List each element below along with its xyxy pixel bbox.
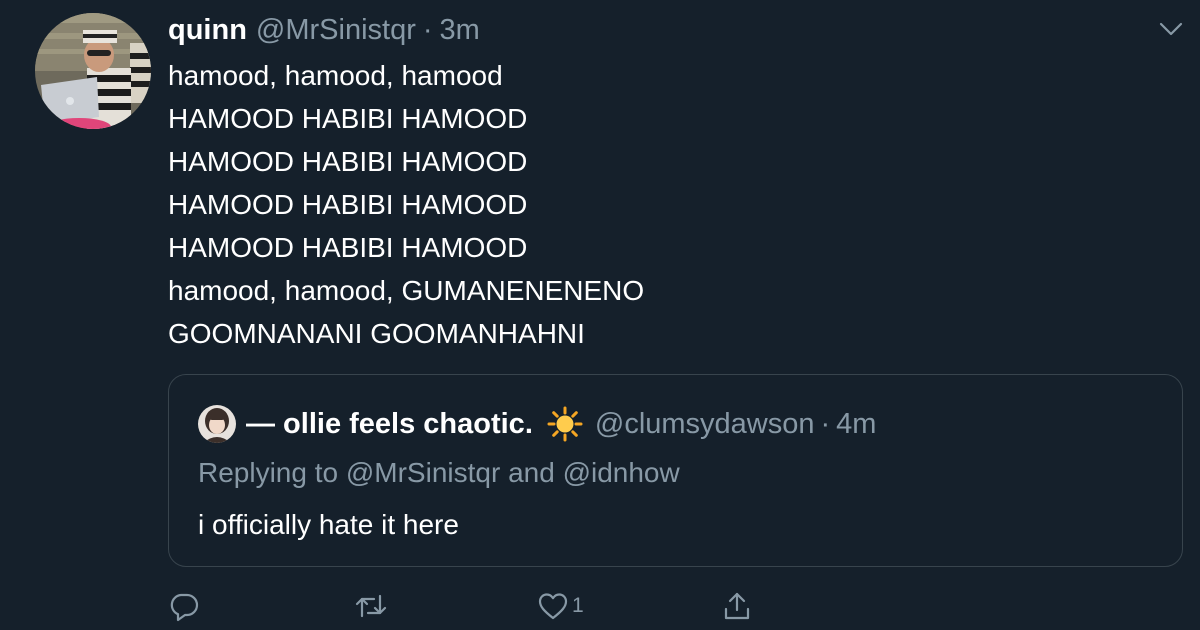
tweet-text-line: GOOMNANANI GOOMANHAHNI — [168, 318, 585, 349]
tweet-header: quinn @MrSinistqr · 3m — [168, 10, 480, 50]
quoted-tweet-card[interactable]: — ollie feels chaotic. @clumsydawson · 4… — [168, 374, 1183, 567]
separator-dot: · — [422, 13, 433, 46]
author-display-name[interactable]: quinn — [168, 14, 247, 47]
author-handle[interactable]: @MrSinistqr — [256, 14, 416, 47]
quoted-tweet-timestamp: 4m — [836, 407, 877, 440]
author-avatar[interactable] — [35, 13, 151, 129]
tweet-text-line: hamood, hamood, hamood — [168, 60, 503, 91]
tweet-text-line: HAMOOD HABIBI HAMOOD — [168, 189, 528, 220]
quoted-tweet-header: — ollie feels chaotic. @clumsydawson · 4… — [198, 404, 876, 444]
tweet-text-line: HAMOOD HABIBI HAMOOD — [168, 232, 528, 263]
separator-dot: · — [820, 407, 831, 440]
quoted-tweet-text: i officially hate it here — [198, 509, 459, 540]
quoted-author-display-name: — ollie feels chaotic. — [246, 407, 533, 440]
tweet-text-line: HAMOOD HABIBI HAMOOD — [168, 103, 528, 134]
quoted-author-avatar — [198, 405, 236, 443]
replying-to-line: Replying to @MrSinistqr and @idnhow — [198, 457, 680, 488]
share-button[interactable] — [721, 589, 753, 623]
reply-button[interactable] — [168, 589, 200, 623]
like-button[interactable]: 1 — [538, 589, 584, 623]
retweet-button[interactable] — [354, 589, 388, 623]
tweet-text-line: hamood, hamood, GUMANENENENO — [168, 275, 645, 306]
chevron-down-icon[interactable] — [1158, 20, 1184, 38]
tweet-text: hamood, hamood, hamood HAMOOD HABIBI HAM… — [168, 54, 1148, 355]
quoted-author-handle: @clumsydawson — [594, 407, 815, 440]
like-count: 1 — [572, 594, 584, 617]
retweet-icon — [354, 590, 388, 622]
heart-icon — [538, 592, 568, 620]
sun-emoji-icon — [547, 406, 583, 442]
reply-icon — [168, 590, 200, 622]
tweet-timestamp[interactable]: 3m — [440, 14, 480, 47]
share-icon — [721, 590, 753, 622]
tweet-text-line: HAMOOD HABIBI HAMOOD — [168, 146, 528, 177]
